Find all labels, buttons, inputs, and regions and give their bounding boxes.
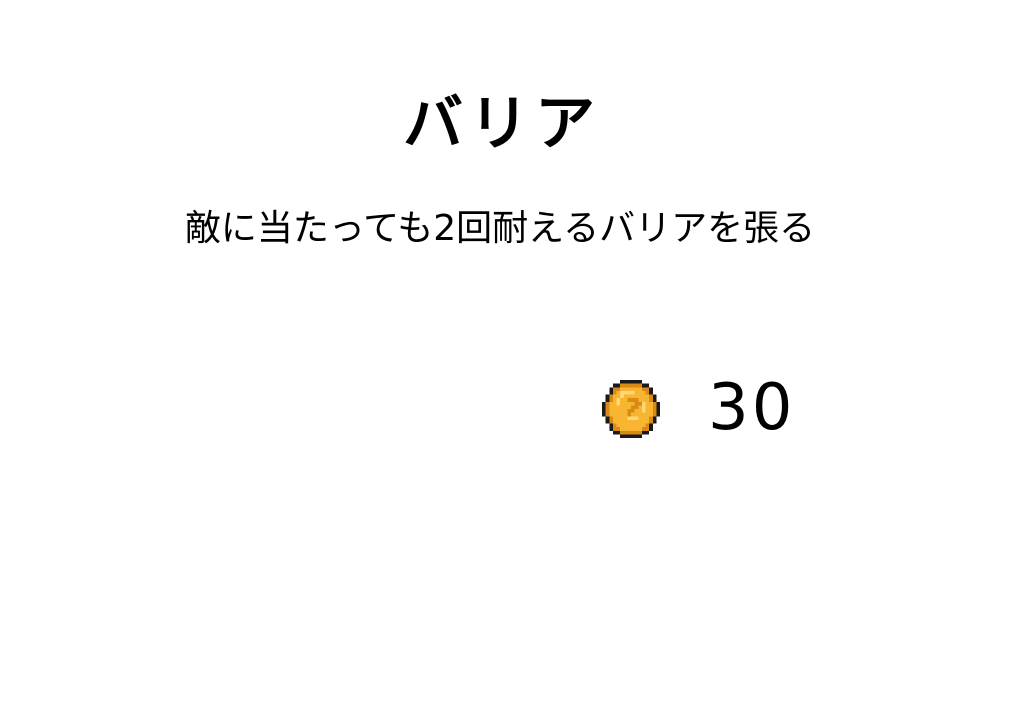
coin-icon <box>602 380 660 438</box>
price-display: 30 <box>600 372 860 448</box>
price-value: 30 <box>708 371 796 445</box>
item-description: 敵に当たっても2回耐えるバリアを張る <box>184 208 816 249</box>
item-name: バリア <box>403 89 601 159</box>
